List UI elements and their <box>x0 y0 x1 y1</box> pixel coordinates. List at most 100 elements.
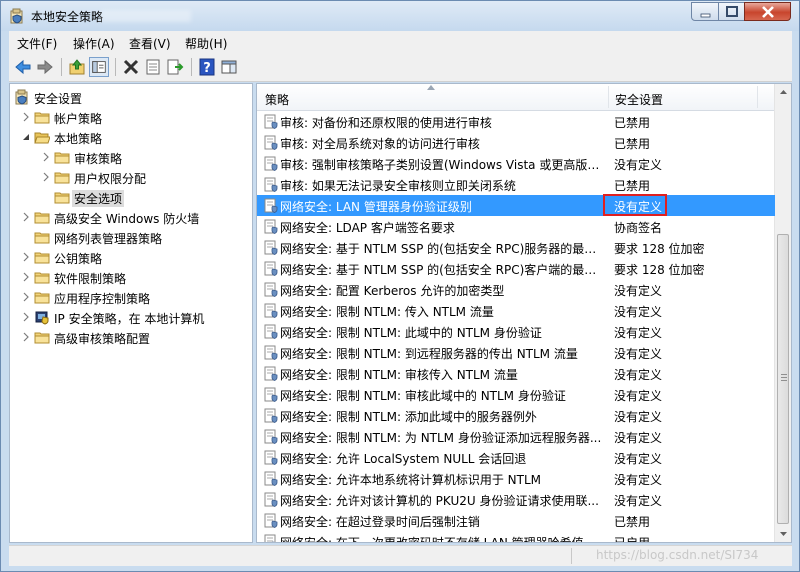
policy-row[interactable]: 网络安全: 允许对该计算机的 PKU2U 身份验证请求使用联... 没有定义 <box>257 489 775 510</box>
show-pane-icon[interactable] <box>219 57 239 77</box>
policy-row[interactable]: 网络安全: 允许 LocalSystem NULL 会话回退 没有定义 <box>257 447 775 468</box>
expand-arrow-icon[interactable] <box>42 152 50 162</box>
policy-setting: 已禁用 <box>614 515 651 529</box>
toolbar-separator <box>191 58 192 76</box>
tree-node[interactable]: 本地策略 <box>10 127 252 147</box>
expand-arrow-icon[interactable] <box>22 312 30 322</box>
tree-node[interactable]: 软件限制策略 <box>10 267 252 287</box>
expand-arrow-icon[interactable] <box>42 172 50 182</box>
policy-item-icon <box>264 450 278 465</box>
tree-node-label: 软件限制策略 <box>54 272 127 286</box>
folder-icon <box>54 192 70 204</box>
expand-arrow-icon[interactable] <box>22 212 30 222</box>
tree-node[interactable]: 应用程序控制策略 <box>10 287 252 307</box>
tree-node[interactable]: 公钥策略 <box>10 247 252 267</box>
tree-node[interactable]: 用户权限分配 <box>10 167 252 187</box>
tree-node[interactable]: 安全设置 <box>10 87 252 107</box>
tree-node[interactable]: 高级安全 Windows 防火墙 <box>10 207 252 227</box>
back-icon[interactable] <box>13 57 33 77</box>
tree-node[interactable]: IP 安全策略，在 本地计算机 <box>10 307 252 327</box>
expand-arrow-icon[interactable] <box>22 272 30 282</box>
policy-row[interactable]: 网络安全: 限制 NTLM: 添加此域中的服务器例外 没有定义 <box>257 405 775 426</box>
policy-row[interactable]: 网络安全: 允许本地系统将计算机标识用于 NTLM 没有定义 <box>257 468 775 489</box>
vertical-scrollbar[interactable] <box>774 84 792 542</box>
policy-setting: 要求 128 位加密 <box>614 242 705 256</box>
title-bar[interactable]: 本地安全策略 <box>1 1 799 31</box>
policy-row[interactable]: 网络安全: 限制 NTLM: 为 NTLM 身份验证添加远程服务器... 没有定义 <box>257 426 775 447</box>
expand-arrow-icon[interactable] <box>22 112 30 122</box>
policy-name: 审核: 对备份和还原权限的使用进行审核 <box>280 116 492 130</box>
policy-row[interactable]: 审核: 对备份和还原权限的使用进行审核 已禁用 <box>257 111 775 132</box>
menu-file[interactable]: 文件(F) <box>17 35 57 52</box>
menu-help[interactable]: 帮助(H) <box>185 35 227 52</box>
maximize-icon <box>726 6 738 17</box>
policy-row[interactable]: 审核: 强制审核策略子类别设置(Windows Vista 或更高版本... 没有… <box>257 153 775 174</box>
properties-icon[interactable] <box>143 57 163 77</box>
policy-setting: 没有定义 <box>614 431 663 445</box>
grip-line <box>781 380 787 381</box>
policy-row[interactable]: 网络安全: 配置 Kerberos 允许的加密类型 没有定义 <box>257 279 775 300</box>
policy-name: 网络安全: 允许本地系统将计算机标识用于 NTLM <box>280 473 542 487</box>
minimize-button[interactable] <box>691 2 719 21</box>
column-divider[interactable] <box>608 86 609 108</box>
policy-item-icon <box>264 471 278 486</box>
close-icon <box>762 6 774 18</box>
policy-row[interactable]: 网络安全: 限制 NTLM: 到远程服务器的传出 NTLM 流量 没有定义 <box>257 342 775 363</box>
tree-node[interactable]: 帐户策略 <box>10 107 252 127</box>
tree-pane[interactable]: 安全设置 帐户策略本地策略 审核策略 用户权限分配 安全选项 高级安全 Windows 防… <box>9 83 253 543</box>
menu-bar: 文件(F) 操作(A) 查看(V) 帮助(H) <box>9 31 792 53</box>
up-folder-icon[interactable] <box>67 57 87 77</box>
policy-row[interactable]: 网络安全: LDAP 客户端签名要求 协商签名 <box>257 216 775 237</box>
menu-view[interactable]: 查看(V) <box>129 35 171 52</box>
policy-row[interactable]: 审核: 对全局系统对象的访问进行审核 已禁用 <box>257 132 775 153</box>
forward-icon[interactable] <box>35 57 55 77</box>
tree-node[interactable]: 安全选项 <box>10 187 252 207</box>
policy-setting: 没有定义 <box>614 410 663 424</box>
policy-name: 网络安全: LDAP 客户端签名要求 <box>280 221 455 235</box>
policy-row[interactable]: 网络安全: 基于 NTLM SSP 的(包括安全 RPC)服务器的最小... 要求… <box>257 237 775 258</box>
policy-row[interactable]: 审核: 如果无法记录安全审核则立即关闭系统 已禁用 <box>257 174 775 195</box>
column-header-setting[interactable]: 安全设置 <box>615 91 663 108</box>
policy-row[interactable]: 网络安全: 基于 NTLM SSP 的(包括安全 RPC)客户端的最小... 要求… <box>257 258 775 279</box>
close-button[interactable] <box>744 2 791 21</box>
show-hide-tree-icon[interactable] <box>89 57 109 77</box>
tree-node-label: 高级审核策略配置 <box>54 332 151 346</box>
tree-node[interactable]: 高级审核策略配置 <box>10 327 252 347</box>
menu-action[interactable]: 操作(A) <box>73 35 115 52</box>
scroll-down-icon[interactable] <box>775 525 792 542</box>
policy-row[interactable]: 网络安全: 限制 NTLM: 审核传入 NTLM 流量 没有定义 <box>257 363 775 384</box>
policy-row[interactable]: 网络安全: 在下一次更改密码时不存储 LAN 管理器哈希值 已启用 <box>257 531 775 543</box>
collapse-arrow-icon[interactable] <box>22 132 30 142</box>
column-header-policy[interactable]: 策略 <box>265 91 289 108</box>
policy-row[interactable]: 网络安全: 限制 NTLM: 审核此域中的 NTLM 身份验证 没有定义 <box>257 384 775 405</box>
help-icon[interactable]: ? <box>197 57 217 77</box>
policy-list-pane[interactable]: 策略 安全设置 审核: 对备份和还原权限的使用进行审核 已禁用 审核: 对全局系统对… <box>256 83 792 543</box>
watermark-text: https://blog.csdn.net/SI734 <box>596 548 759 562</box>
column-divider[interactable] <box>757 86 758 108</box>
policy-setting: 没有定义 <box>614 389 663 403</box>
tree-node[interactable]: 审核策略 <box>10 147 252 167</box>
expand-arrow-icon[interactable] <box>22 292 30 302</box>
tree-node-label: 本地策略 <box>54 132 103 146</box>
maximize-button[interactable] <box>718 2 745 21</box>
policy-item-icon <box>264 219 278 234</box>
folder-icon <box>54 172 70 184</box>
main-window: 本地安全策略 文件(F) 操作(A) 查看(V) 帮助(H) ? 安全设置 帐户策… <box>0 0 800 572</box>
policy-name: 审核: 对全局系统对象的访问进行审核 <box>280 137 480 151</box>
policy-row[interactable]: 网络安全: 限制 NTLM: 传入 NTLM 流量 没有定义 <box>257 300 775 321</box>
delete-icon[interactable] <box>121 57 141 77</box>
policy-row[interactable]: 网络安全: 限制 NTLM: 此域中的 NTLM 身份验证 没有定义 <box>257 321 775 342</box>
blurred-title-area <box>101 10 191 22</box>
expand-arrow-icon[interactable] <box>22 252 30 262</box>
export-list-icon[interactable] <box>165 57 185 77</box>
policy-item-icon <box>264 324 278 339</box>
scroll-up-icon[interactable] <box>775 84 792 101</box>
tree-node[interactable]: 网络列表管理器策略 <box>10 227 252 247</box>
scroll-thumb[interactable] <box>777 234 789 524</box>
policy-name: 审核: 强制审核策略子类别设置(Windows Vista 或更高版本... <box>280 158 605 172</box>
policy-row[interactable]: 网络安全: 在超过登录时间后强制注销 已禁用 <box>257 510 775 531</box>
expand-arrow-icon[interactable] <box>22 332 30 342</box>
policy-name: 网络安全: LAN 管理器身份验证级别 <box>280 200 472 214</box>
policy-setting: 已启用 <box>614 536 651 543</box>
policy-row[interactable]: 网络安全: LAN 管理器身份验证级别 没有定义 <box>257 194 775 216</box>
